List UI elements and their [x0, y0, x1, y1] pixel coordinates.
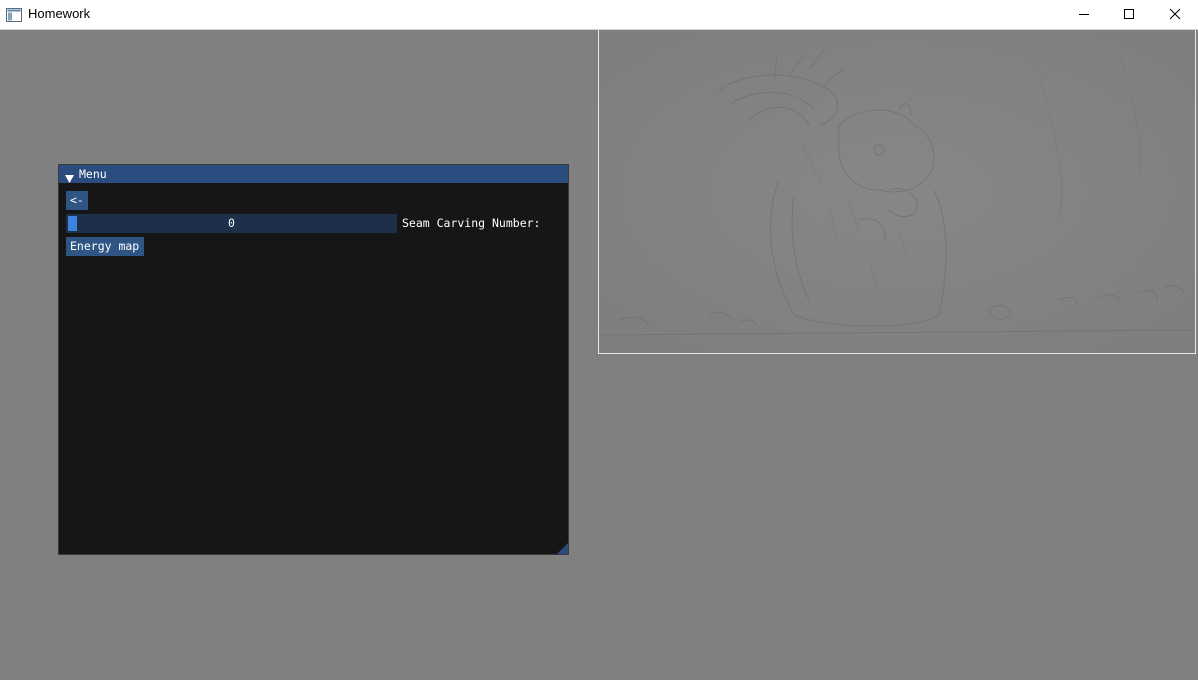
window-titlebar[interactable]: Homework — [0, 0, 1198, 30]
menu-title: Menu — [79, 167, 107, 181]
back-button[interactable]: <- — [66, 191, 88, 210]
squirrel-edge-image — [599, 30, 1195, 352]
minimize-icon — [1078, 5, 1090, 24]
minimize-button[interactable] — [1061, 0, 1107, 29]
energy-image-view — [598, 30, 1196, 354]
slider-value: 0 — [228, 216, 235, 230]
resize-grip[interactable] — [557, 543, 568, 554]
collapse-arrow-icon[interactable] — [65, 169, 74, 188]
window-title: Homework — [28, 6, 91, 21]
client-area: Menu <- 0 Seam Carving Number: Energy ma… — [0, 30, 1198, 680]
seam-carving-slider[interactable]: 0 — [66, 214, 397, 233]
menu-titlebar[interactable]: Menu — [59, 165, 568, 183]
energy-map-button[interactable]: Energy map — [66, 237, 144, 256]
close-button[interactable] — [1152, 0, 1198, 29]
menu-window[interactable]: Menu <- 0 Seam Carving Number: Energy ma… — [58, 164, 569, 555]
close-icon — [1169, 5, 1181, 24]
seam-carving-label: Seam Carving Number: — [402, 216, 541, 230]
app-window-icon — [6, 7, 22, 22]
maximize-icon — [1123, 5, 1135, 24]
maximize-button[interactable] — [1106, 0, 1152, 29]
